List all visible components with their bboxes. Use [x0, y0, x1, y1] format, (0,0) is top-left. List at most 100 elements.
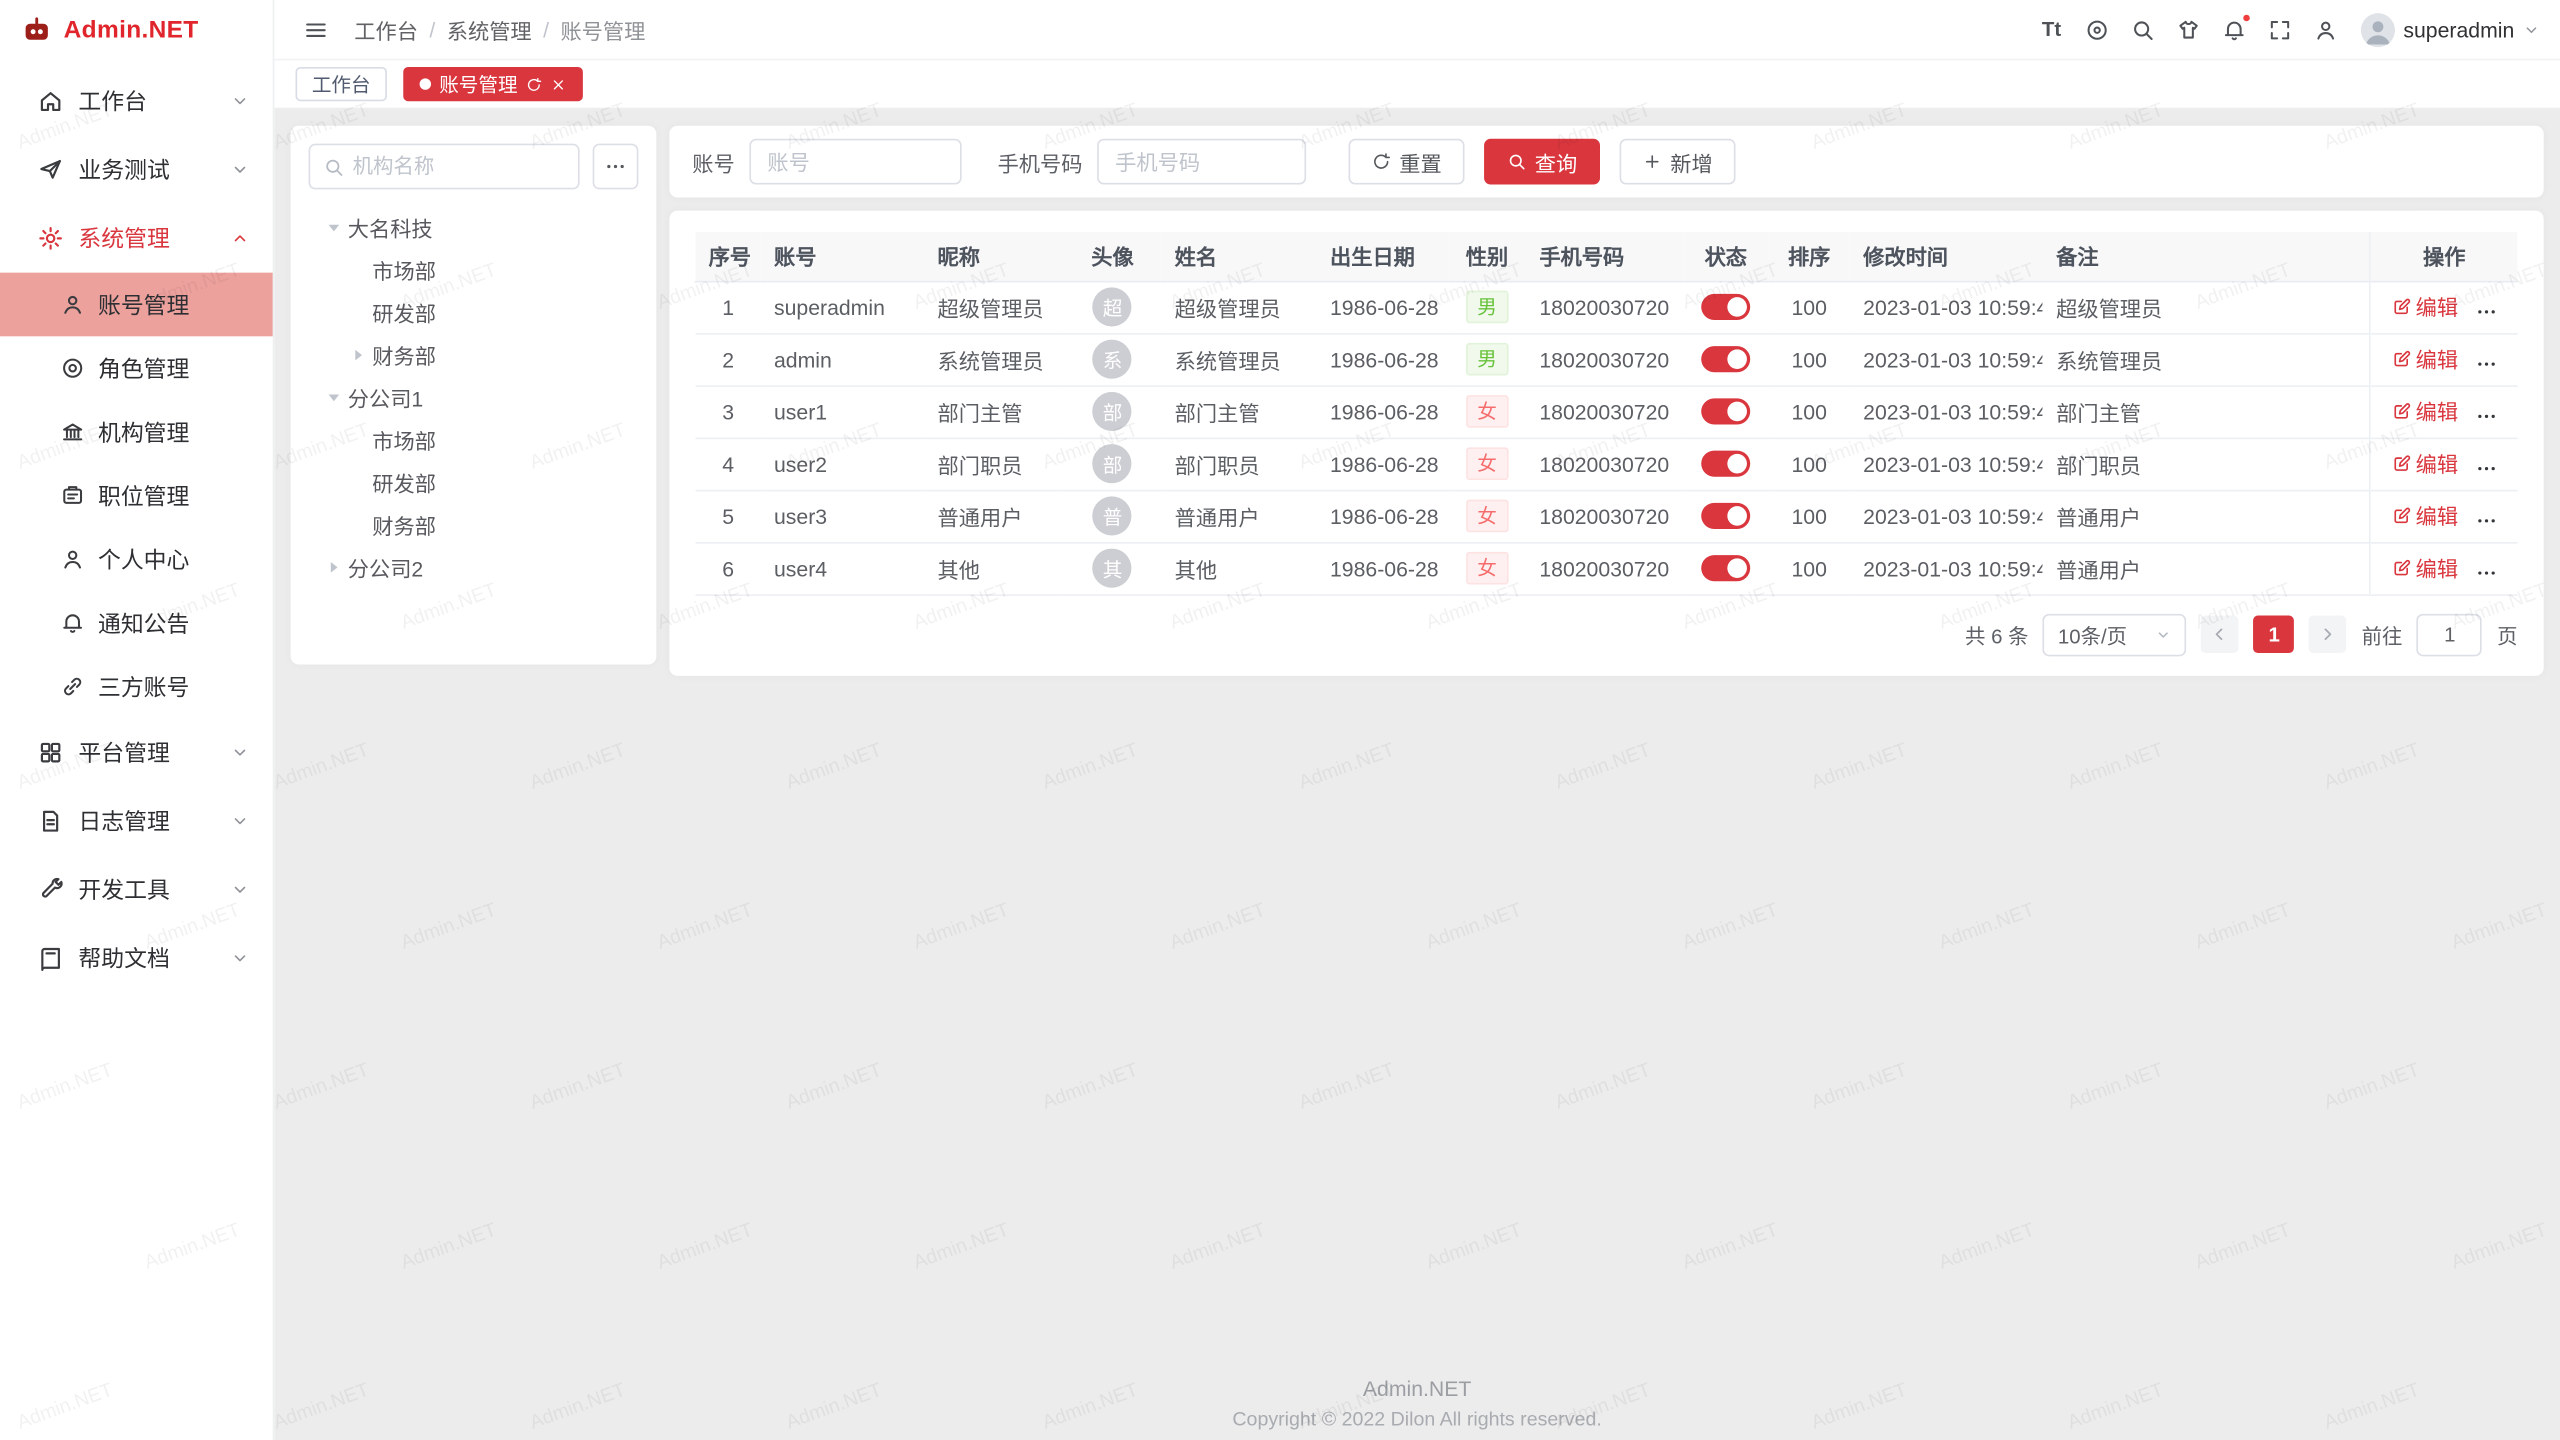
chevron-up-icon — [230, 229, 250, 249]
font-size-icon[interactable]: Tt — [2029, 7, 2073, 51]
edit-button[interactable]: 编辑 — [2391, 448, 2458, 479]
table-row-1: 2admin系统管理员系系统管理员1986-06-28男180200307201… — [696, 333, 2518, 385]
status-toggle[interactable] — [1701, 556, 1750, 582]
sidebar-item-doc[interactable]: 帮助文档 — [0, 924, 273, 993]
tree-node-8[interactable]: 分公司2 — [309, 545, 639, 587]
user-icon[interactable] — [2304, 7, 2348, 51]
user-menu[interactable]: superadmin — [2361, 12, 2540, 46]
tab-refresh-icon[interactable] — [526, 76, 542, 92]
edit-button[interactable]: 编辑 — [2391, 396, 2458, 427]
row-more-icon[interactable] — [2474, 404, 2497, 427]
edit-button[interactable]: 编辑 — [2391, 553, 2458, 584]
footer: Admin.NET Copyright © 2022 Dilon All rig… — [274, 1376, 2560, 1430]
reset-button[interactable]: 重置 — [1349, 139, 1465, 185]
sidebar-item-home[interactable]: 工作台 — [0, 67, 273, 136]
row-more-icon[interactable] — [2474, 561, 2497, 584]
sidebar-subitem-role[interactable]: 角色管理 — [0, 336, 273, 400]
row-avatar: 其 — [1093, 549, 1132, 588]
notification-bell-icon[interactable] — [2212, 7, 2256, 51]
edit-icon — [2391, 558, 2411, 578]
tree-node-4[interactable]: 分公司1 — [309, 376, 639, 418]
tree-node-0[interactable]: 大名科技 — [309, 206, 639, 248]
table-row-2: 3user1部门主管部部门主管1986-06-28女18020030720100… — [696, 385, 2518, 437]
status-toggle[interactable] — [1701, 451, 1750, 477]
status-toggle[interactable] — [1701, 503, 1750, 529]
col-header-4: 姓名 — [1162, 232, 1317, 281]
sidebar-item-tools[interactable]: 开发工具 — [0, 856, 273, 925]
search-icon[interactable] — [2121, 7, 2165, 51]
sidebar-subitem-org[interactable]: 机构管理 — [0, 400, 273, 464]
tab-1[interactable]: 账号管理 — [403, 67, 583, 101]
row-avatar: 系 — [1093, 340, 1132, 379]
phone-input[interactable] — [1097, 139, 1306, 185]
tab-0[interactable]: 工作台 — [296, 67, 387, 101]
status-toggle[interactable] — [1701, 294, 1750, 320]
row-more-icon[interactable] — [2474, 509, 2497, 532]
status-toggle[interactable] — [1701, 399, 1750, 425]
gender-tag: 女 — [1466, 447, 1508, 480]
edit-button[interactable]: 编辑 — [2391, 291, 2458, 322]
prev-page-button[interactable] — [2202, 616, 2240, 654]
sidebar-item-test[interactable]: 业务测试 — [0, 136, 273, 205]
edit-button[interactable]: 编辑 — [2391, 344, 2458, 375]
page-1-button[interactable]: 1 — [2254, 616, 2295, 654]
account-input[interactable] — [749, 139, 961, 185]
sidebar-subitem-bell[interactable]: 通知公告 — [0, 591, 273, 655]
fullscreen-icon[interactable] — [2258, 7, 2302, 51]
username: superadmin — [2403, 17, 2514, 41]
plus-icon — [1643, 152, 1663, 172]
sidebar-subitem-user[interactable]: 账号管理 — [0, 273, 273, 337]
tree-node-7[interactable]: 财务部 — [309, 503, 639, 545]
grid-icon — [38, 740, 64, 766]
tab-close-icon[interactable] — [550, 76, 566, 92]
add-button[interactable]: 新增 — [1620, 139, 1736, 185]
org-icon — [60, 420, 84, 444]
profile-icon — [60, 547, 84, 571]
bell-icon — [60, 611, 84, 635]
breadcrumb-item-1[interactable]: 系统管理 — [447, 14, 532, 45]
doc-icon — [38, 945, 64, 971]
caret-placeholder — [346, 257, 370, 281]
table-row-5: 6user4其他其其他1986-06-28女180200307201002023… — [696, 542, 2518, 594]
breadcrumb-item-0[interactable]: 工作台 — [354, 14, 418, 45]
org-search-input[interactable] — [353, 155, 565, 178]
accounts-table-card: 序号账号昵称头像姓名出生日期性别手机号码状态排序修改时间备注操作 1supera… — [669, 211, 2543, 675]
sidebar-subitem-position[interactable]: 职位管理 — [0, 464, 273, 528]
chevron-down-icon — [230, 743, 250, 763]
tree-node-2[interactable]: 研发部 — [309, 291, 639, 333]
page-size-select[interactable]: 10条/页 — [2043, 613, 2187, 655]
edit-icon — [2391, 506, 2411, 526]
screen-size-icon[interactable] — [2075, 7, 2119, 51]
gender-tag: 女 — [1466, 395, 1508, 428]
sidebar-item-gear[interactable]: 系统管理 — [0, 204, 273, 273]
col-header-1: 账号 — [761, 232, 925, 281]
edit-button[interactable]: 编辑 — [2391, 500, 2458, 531]
search-button[interactable]: 查询 — [1484, 139, 1600, 185]
chevron-down-icon — [2156, 626, 2172, 642]
sidebar-subitem-profile[interactable]: 个人中心 — [0, 527, 273, 591]
sidebar-item-log[interactable]: 日志管理 — [0, 787, 273, 856]
tree-more-button[interactable] — [593, 144, 639, 190]
tabbar: 工作台账号管理 — [274, 60, 2560, 109]
caret-down-icon — [322, 384, 346, 408]
status-toggle[interactable] — [1701, 347, 1750, 373]
menu-collapse-icon[interactable] — [294, 7, 338, 51]
breadcrumb-item-2[interactable]: 账号管理 — [560, 14, 645, 45]
sidebar-item-grid[interactable]: 平台管理 — [0, 718, 273, 787]
tree-node-1[interactable]: 市场部 — [309, 248, 639, 290]
tree-node-3[interactable]: 财务部 — [309, 333, 639, 375]
row-more-icon[interactable] — [2474, 456, 2497, 479]
theme-icon[interactable] — [2167, 7, 2211, 51]
row-more-icon[interactable] — [2474, 352, 2497, 375]
goto-page-input[interactable] — [2417, 613, 2482, 655]
col-header-3: 头像 — [1063, 232, 1161, 281]
chevron-down-icon — [230, 880, 250, 900]
sidebar-subitem-link[interactable]: 三方账号 — [0, 655, 273, 719]
row-more-icon[interactable] — [2474, 300, 2497, 323]
tree-node-5[interactable]: 市场部 — [309, 418, 639, 460]
sidebar: Admin.NET 工作台业务测试系统管理账号管理角色管理机构管理职位管理个人中… — [0, 0, 274, 1440]
tree-node-6[interactable]: 研发部 — [309, 460, 639, 502]
next-page-button[interactable] — [2309, 616, 2347, 654]
col-header-8: 状态 — [1683, 232, 1768, 281]
col-header-6: 性别 — [1448, 232, 1526, 281]
